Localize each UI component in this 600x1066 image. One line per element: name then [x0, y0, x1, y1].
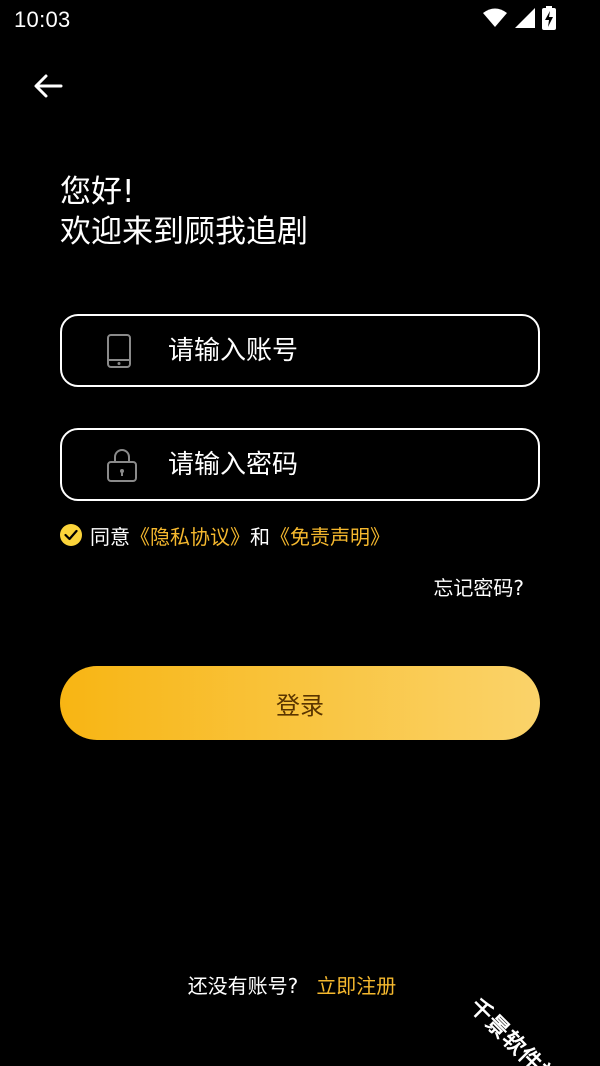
watermark: 千景软件站 — [464, 994, 564, 1066]
wifi-icon — [482, 7, 508, 33]
status-icons — [482, 6, 556, 34]
check-icon — [64, 529, 78, 541]
account-field[interactable] — [60, 314, 540, 387]
register-link[interactable]: 立即注册 — [316, 974, 396, 998]
status-time: 10:03 — [14, 7, 71, 32]
agreement-row: 同意 《隐私协议》 和 《免责声明》 — [60, 520, 390, 550]
back-button[interactable] — [30, 70, 66, 106]
account-input[interactable] — [168, 316, 518, 385]
greeting-hello: 您好! — [60, 174, 135, 210]
disclaimer-link[interactable]: 《免责声明》 — [270, 521, 390, 550]
forgot-password-link[interactable]: 忘记密码? — [433, 572, 524, 601]
register-row: 还没有账号? 立即注册 — [0, 970, 584, 999]
password-field[interactable] — [60, 428, 540, 501]
no-account-text: 还没有账号? — [187, 974, 299, 998]
login-button[interactable]: 登录 — [60, 666, 540, 740]
back-arrow-icon — [33, 73, 63, 103]
lock-icon — [106, 447, 138, 483]
greeting-welcome: 欢迎来到顾我追剧 — [60, 214, 308, 250]
battery-charging-icon — [542, 6, 556, 34]
login-screen: 10:03 您好! 欢迎来到顾我追剧 请输入账号 同意 《隐私协议》 和 《免责… — [0, 0, 600, 1066]
password-input[interactable] — [168, 430, 518, 499]
phone-icon — [106, 333, 132, 369]
cellular-signal-icon — [514, 7, 536, 33]
agree-conjunction: 和 — [250, 524, 270, 549]
greeting: 您好! 欢迎来到顾我追剧 — [60, 172, 308, 252]
privacy-policy-link[interactable]: 《隐私协议》 — [130, 521, 250, 550]
status-bar: 10:03 — [0, 0, 600, 42]
agree-label: 同意 — [90, 524, 130, 549]
agree-checkbox[interactable] — [60, 524, 82, 546]
